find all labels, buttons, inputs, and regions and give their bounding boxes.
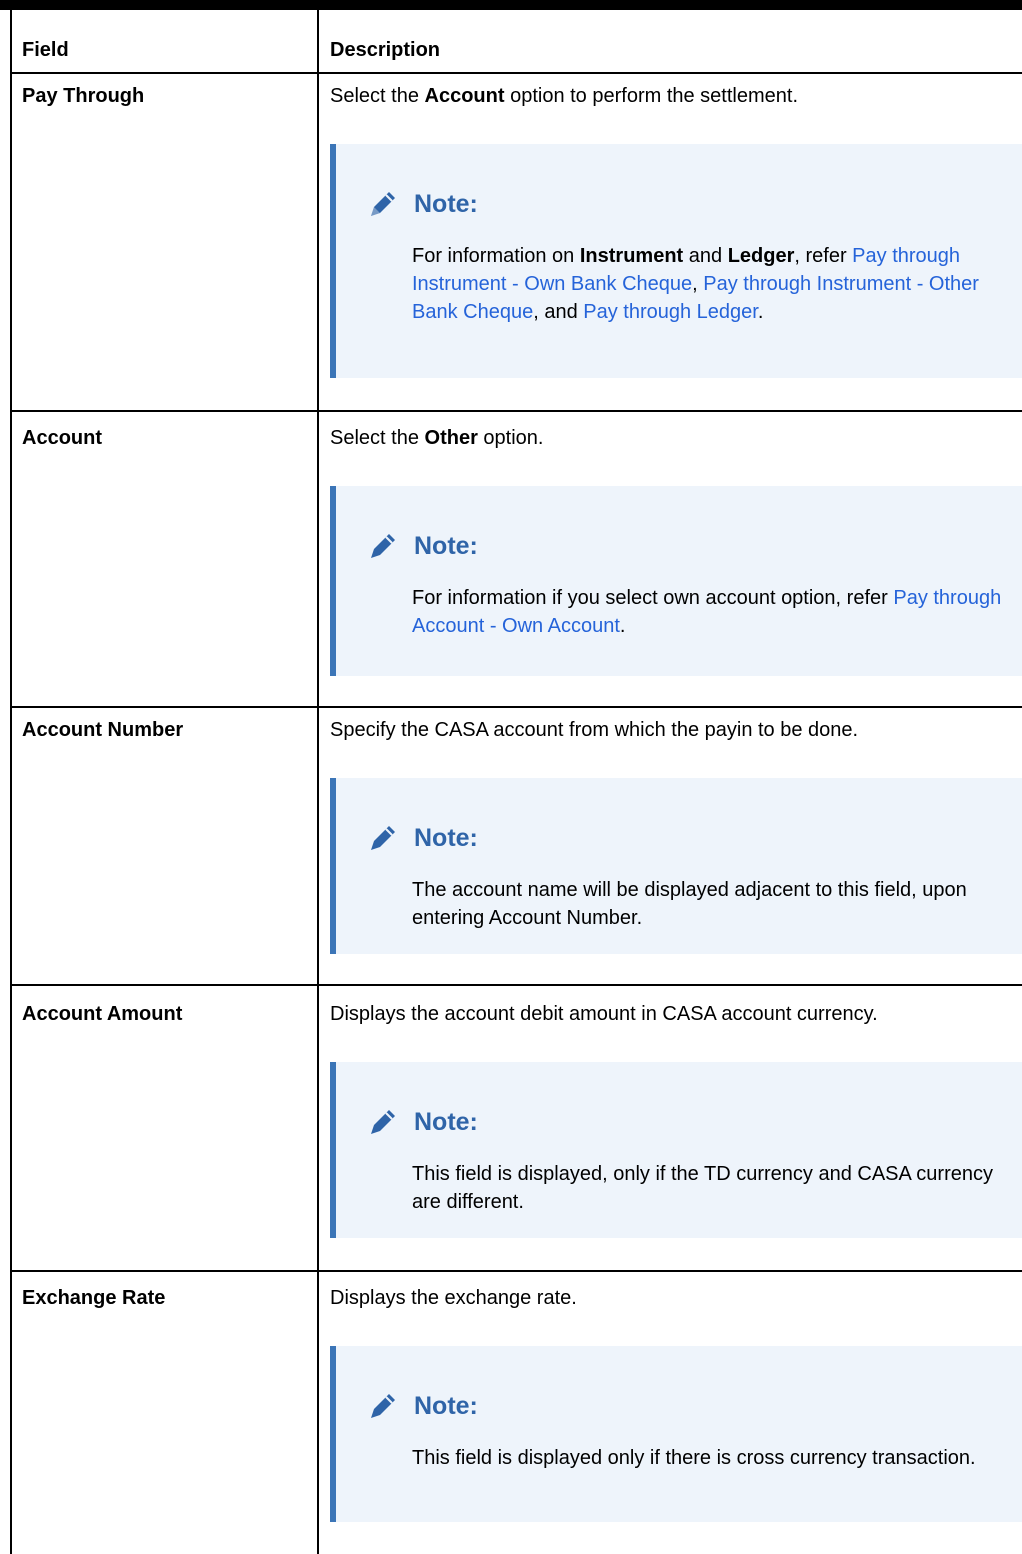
note-pay-through: Note: For information on Instrument and …: [330, 144, 1022, 378]
note-account-number: Note: The account name will be displayed…: [330, 778, 1022, 954]
note-header: Note:: [366, 186, 478, 222]
row-rule: [12, 984, 1022, 986]
note-body: For information on Instrument and Ledger…: [412, 245, 979, 323]
note-label: Note:: [414, 189, 478, 218]
header-rule: [12, 72, 1022, 74]
desc-exchange-rate: Displays the exchange rate.: [330, 1287, 577, 1309]
note-body: For information if you select own accoun…: [412, 587, 1002, 637]
pencil-icon: [371, 826, 395, 850]
field-exchange-rate: Exchange Rate: [22, 1287, 166, 1309]
row-rule: [12, 410, 1022, 412]
desc-pay-through: Select the Account option to perform the…: [330, 85, 799, 107]
note-header: Note:: [366, 1104, 478, 1140]
note-label: Note:: [414, 531, 478, 560]
header-description: Description: [330, 39, 441, 61]
note-header: Note:: [366, 528, 478, 564]
pencil-icon: [371, 1394, 395, 1418]
note-label: Note:: [414, 1107, 478, 1136]
note-account-amount: Note: This field is displayed, only if t…: [330, 1062, 1022, 1238]
column-divider: [317, 10, 319, 1554]
pencil-icon: [371, 192, 395, 216]
note-exchange-rate: Note: This field is displayed only if th…: [330, 1346, 1022, 1522]
field-account: Account: [22, 427, 102, 449]
field-description-table: Field Description Pay Through Select the…: [10, 10, 1022, 1554]
field-account-number: Account Number: [22, 719, 184, 741]
row-rule: [12, 1270, 1022, 1272]
note-body: The account name will be displayed adjac…: [412, 879, 967, 929]
note-header: Note:: [366, 820, 478, 856]
link-pay-through-ledger[interactable]: Pay through Ledger: [583, 301, 758, 323]
pencil-icon: [371, 534, 395, 558]
desc-account-amount: Displays the account debit amount in CAS…: [330, 1003, 878, 1025]
field-pay-through: Pay Through: [22, 85, 145, 107]
pencil-icon: [371, 1110, 395, 1134]
header-field: Field: [22, 39, 69, 61]
desc-account: Select the Other option.: [330, 427, 544, 449]
row-rule: [12, 706, 1022, 708]
note-account: Note: For information if you select own …: [330, 486, 1022, 676]
note-body: This field is displayed, only if the TD …: [412, 1163, 993, 1213]
desc-account-number: Specify the CASA account from which the …: [330, 719, 859, 741]
top-rule: [0, 0, 1022, 10]
note-header: Note:: [366, 1388, 478, 1424]
field-account-amount: Account Amount: [22, 1003, 183, 1025]
note-body: This field is displayed only if there is…: [412, 1447, 976, 1469]
note-label: Note:: [414, 1391, 478, 1420]
note-label: Note:: [414, 823, 478, 852]
